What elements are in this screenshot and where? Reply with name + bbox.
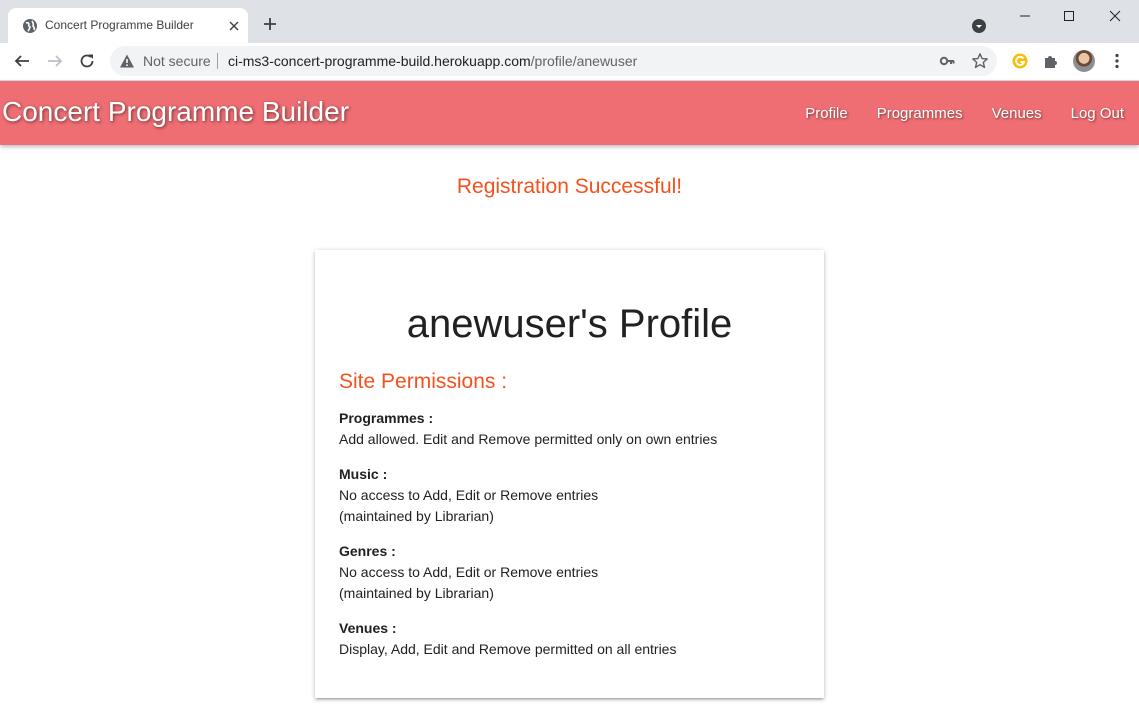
browser-tab[interactable]: Concert Programme Builder — [8, 8, 248, 43]
menu-kebab-icon[interactable] — [1108, 52, 1126, 70]
permission-label: Programmes : — [339, 410, 434, 426]
permission-venues: Venues : Display, Add, Edit and Remove p… — [339, 618, 809, 660]
key-icon[interactable] — [939, 53, 955, 69]
new-tab-icon[interactable] — [262, 16, 278, 32]
permission-label: Genres : — [339, 543, 396, 559]
address-bar[interactable]: Not secure ci-ms3-concert-programme-buil… — [110, 46, 997, 76]
permission-text: Add allowed. Edit and Remove permitted o… — [339, 431, 718, 447]
permissions-heading: Site Permissions : — [339, 370, 508, 393]
security-label[interactable]: Not secure — [143, 53, 211, 69]
reload-icon[interactable] — [78, 52, 96, 70]
extensions-puzzle-icon[interactable] — [1042, 52, 1060, 70]
permission-note: (maintained by Librarian) — [339, 508, 494, 524]
forward-icon[interactable] — [46, 52, 64, 70]
profile-title: anewuser's Profile — [406, 302, 733, 346]
warning-icon[interactable] — [119, 53, 135, 69]
url-text[interactable]: ci-ms3-concert-programme-build.herokuapp… — [228, 53, 637, 69]
permission-label: Venues : — [339, 620, 397, 636]
url-path: /profile/anewuser — [530, 53, 638, 69]
permission-text: No access to Add, Edit or Remove entries — [339, 564, 599, 580]
flash-message: Registration Successful! — [456, 175, 683, 198]
site-brand-logo[interactable]: Concert Programme Builder — [2, 96, 349, 128]
permission-genres: Genres : No access to Add, Edit or Remov… — [339, 541, 809, 604]
permission-text: No access to Add, Edit or Remove entries — [339, 487, 599, 503]
minimize-icon[interactable] — [1017, 8, 1033, 24]
permission-programmes: Programmes : Add allowed. Edit and Remov… — [339, 408, 809, 450]
nav-link-venues[interactable]: Venues — [992, 105, 1042, 122]
url-host: ci-ms3-concert-programme-build.herokuapp… — [228, 53, 531, 69]
bookmark-star-icon[interactable] — [971, 52, 989, 70]
permission-note: (maintained by Librarian) — [339, 585, 494, 601]
nav-links: Profile Programmes Venues Log Out — [776, 81, 1124, 145]
nav-link-profile[interactable]: Profile — [805, 105, 848, 122]
maximize-icon[interactable] — [1061, 8, 1077, 24]
profile-card: anewuser's Profile Site Permissions : Pr… — [315, 250, 824, 698]
browser-toolbar: Not secure ci-ms3-concert-programme-buil… — [0, 43, 1139, 81]
back-icon[interactable] — [13, 52, 31, 70]
close-tab-icon[interactable] — [226, 18, 242, 34]
nav-link-logout[interactable]: Log Out — [1071, 105, 1124, 122]
address-divider — [217, 53, 218, 69]
globe-icon — [23, 19, 37, 33]
nav-link-programmes[interactable]: Programmes — [877, 105, 963, 122]
tab-title: Concert Programme Builder — [45, 18, 194, 32]
browser-tabstrip: Concert Programme Builder — [0, 0, 1139, 43]
profile-avatar[interactable] — [1073, 50, 1095, 72]
grammarly-extension-icon[interactable] — [1011, 52, 1029, 70]
permissions-list: Programmes : Add allowed. Edit and Remov… — [339, 408, 809, 674]
permission-label: Music : — [339, 466, 388, 482]
permission-music: Music : No access to Add, Edit or Remove… — [339, 464, 809, 527]
permission-text: Display, Add, Edit and Remove permitted … — [339, 641, 677, 657]
site-navbar: Concert Programme Builder Profile Progra… — [0, 81, 1139, 145]
close-window-icon[interactable] — [1107, 8, 1123, 24]
tab-search-icon[interactable] — [971, 18, 987, 34]
